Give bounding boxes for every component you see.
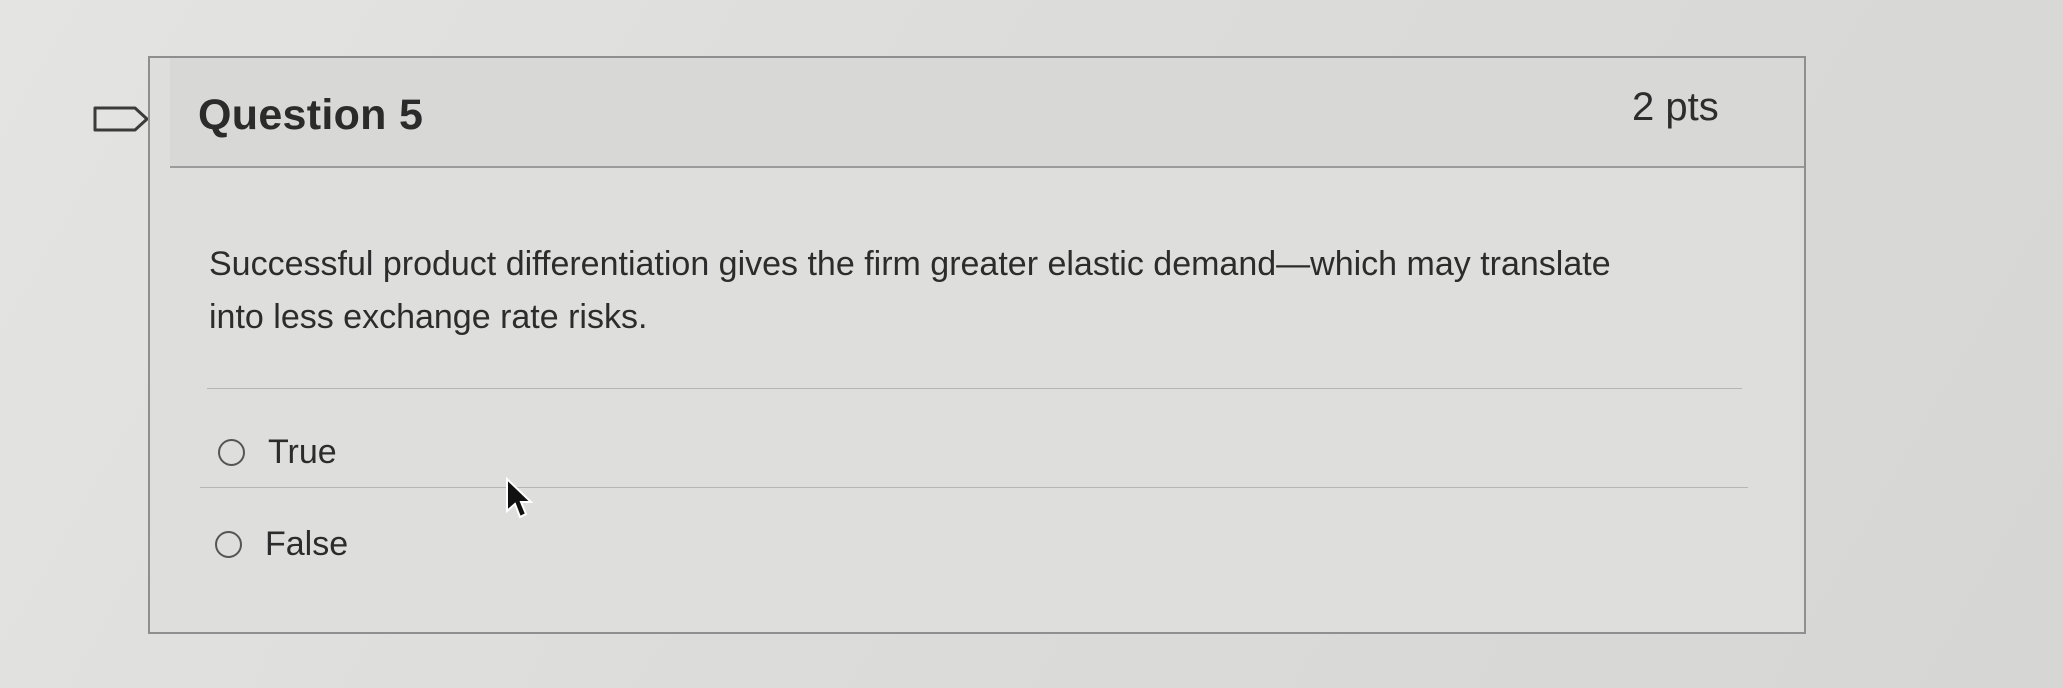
answer-label: False [265, 525, 349, 563]
question-title: Question 5 [198, 91, 424, 139]
mouse-pointer-icon [506, 477, 534, 519]
question-text: Successful product differentiation gives… [209, 245, 1611, 336]
question-points: 2 pts [1632, 85, 1719, 129]
question-card [148, 56, 1806, 634]
radio-button[interactable] [218, 439, 245, 466]
divider [207, 388, 1742, 389]
answer-label: True [268, 433, 337, 471]
divider [200, 487, 1748, 488]
answer-option-false[interactable]: False [215, 525, 348, 564]
radio-button[interactable] [215, 531, 242, 558]
flag-question-icon[interactable] [93, 106, 149, 132]
answer-option-true[interactable]: True [218, 433, 337, 472]
